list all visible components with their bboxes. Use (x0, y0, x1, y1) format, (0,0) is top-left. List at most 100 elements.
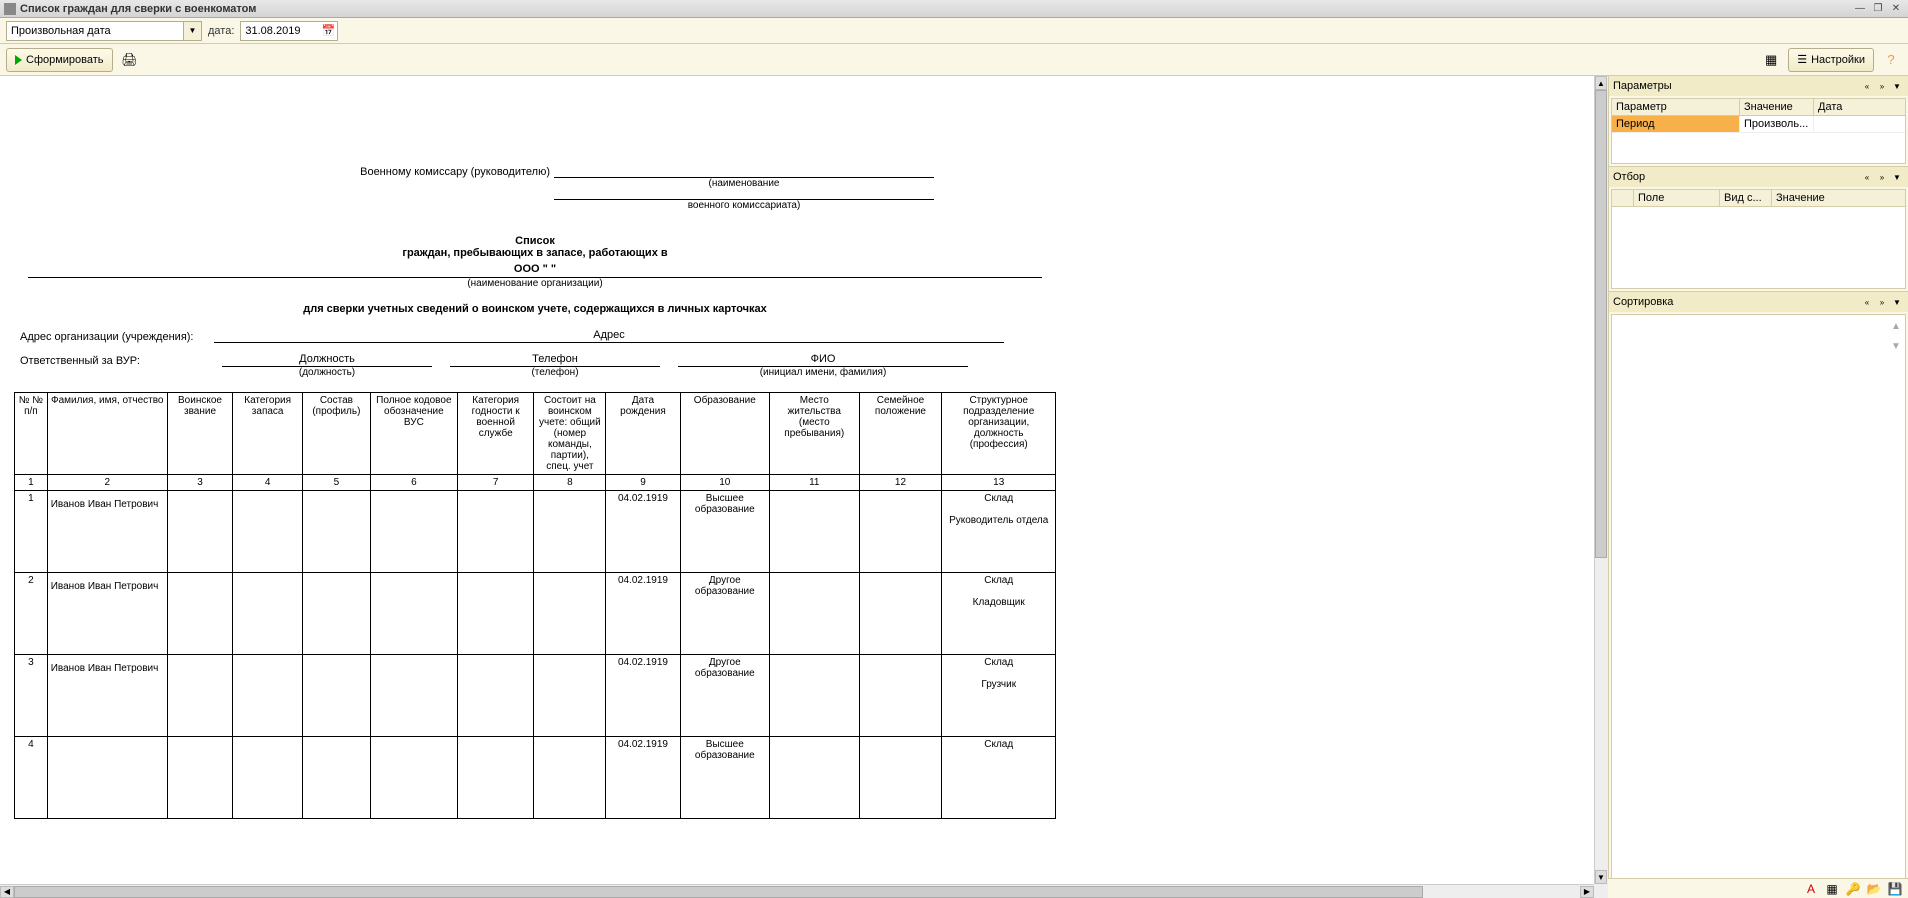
horizontal-scrollbar[interactable]: ◀ ▶ (0, 884, 1594, 898)
parameters-grid[interactable]: Параметр Значение Дата Период Произволь.… (1611, 98, 1906, 164)
scroll-down-arrow[interactable]: ▼ (1595, 870, 1607, 884)
column-number: 5 (303, 475, 371, 491)
resp-position: Должность (222, 353, 432, 367)
calendar-icon[interactable]: 📅 (319, 22, 337, 40)
side-panel: Параметры « » ▼ Параметр Значение Дата П… (1608, 76, 1908, 898)
column-number: 1 (15, 475, 48, 491)
panel-next-icon[interactable]: » (1875, 79, 1889, 93)
table-header: Фамилия, имя, отчество (47, 393, 167, 475)
table-row[interactable]: 404.02.1919Высшее образованиеСклад (15, 737, 1056, 819)
generate-label: Сформировать (26, 54, 104, 66)
table-header: Воинское звание (167, 393, 232, 475)
responsible-label: Ответственный за ВУР: (14, 355, 204, 367)
report-title1: Список (14, 235, 1056, 247)
sort-up-icon[interactable]: ▲ (1889, 321, 1903, 335)
table-header: № № п/п (15, 393, 48, 475)
scroll-right-arrow[interactable]: ▶ (1580, 886, 1594, 898)
panel-collapse-icon[interactable]: ▼ (1890, 79, 1904, 93)
column-number: 6 (370, 475, 457, 491)
save-icon[interactable]: 💾 (1886, 881, 1904, 897)
maximize-button[interactable]: ❐ (1870, 2, 1886, 16)
print-button[interactable]: 🖨 (119, 49, 141, 71)
sort-down-icon[interactable]: ▼ (1889, 341, 1903, 355)
table-header: Категория запаса (233, 393, 303, 475)
column-number: 7 (457, 475, 533, 491)
panel-collapse-icon[interactable]: ▼ (1890, 295, 1904, 309)
filter-title: Отбор (1613, 171, 1859, 183)
chevron-down-icon[interactable]: ▼ (183, 22, 201, 40)
table-header: Категория годности к военной службе (457, 393, 533, 475)
status-bar: A ▦ 🔑 📂 💾 (1608, 878, 1908, 898)
table-header: Семейное положение (859, 393, 942, 475)
open-folder-icon[interactable]: 📂 (1865, 881, 1883, 897)
table-row[interactable]: 2Иванов Иван Петрович04.02.1919Другое об… (15, 573, 1056, 655)
settings-label: Настройки (1811, 54, 1865, 66)
toolbar: Сформировать 🖨 ▦ ☰ Настройки ? (0, 44, 1908, 76)
settings-icon: ☰ (1797, 53, 1807, 66)
title-bar: Список граждан для сверки с военкоматом … (0, 0, 1908, 18)
vscroll-thumb[interactable] (1595, 90, 1607, 558)
column-number: 12 (859, 475, 942, 491)
scroll-left-arrow[interactable]: ◀ (0, 886, 14, 898)
table-header: Дата рождения (606, 393, 680, 475)
report-title2: граждан, пребывающих в запасе, работающи… (14, 247, 1056, 259)
org-name: ООО " " (28, 263, 1042, 278)
column-number: 10 (680, 475, 769, 491)
table-header: Состоит на воинском учете: общий (номер … (534, 393, 606, 475)
app-icon (4, 3, 16, 15)
commissar-line (554, 166, 934, 178)
period-type-combo[interactable]: ▼ (6, 21, 202, 41)
filter-grid[interactable]: Поле Вид с... Значение (1611, 189, 1906, 289)
param-row-period[interactable]: Период Произволь... (1612, 116, 1905, 133)
key-icon[interactable]: 🔑 (1844, 881, 1862, 897)
table-row[interactable]: 1Иванов Иван Петрович04.02.1919Высшее об… (15, 491, 1056, 573)
column-number: 9 (606, 475, 680, 491)
table-header: Образование (680, 393, 769, 475)
column-number: 3 (167, 475, 232, 491)
column-number: 8 (534, 475, 606, 491)
table-row[interactable]: 3Иванов Иван Петрович04.02.1919Другое об… (15, 655, 1056, 737)
panel-prev-icon[interactable]: « (1860, 79, 1874, 93)
sub1: (наименование (554, 178, 934, 189)
settings-button[interactable]: ☰ Настройки (1788, 48, 1874, 72)
data-table: № № п/пФамилия, имя, отчествоВоинское зв… (14, 392, 1056, 819)
panel-prev-icon[interactable]: « (1860, 295, 1874, 309)
table-header: Состав (профиль) (303, 393, 371, 475)
grid-icon[interactable]: ▦ (1760, 49, 1782, 71)
org-sub: (наименование организации) (14, 278, 1056, 289)
resp-phone: Телефон (450, 353, 660, 367)
period-type-input[interactable] (7, 22, 183, 40)
close-button[interactable]: ✕ (1888, 2, 1904, 16)
table-header: Место жительства (место пребывания) (770, 393, 859, 475)
date-field[interactable]: 📅 (240, 21, 338, 41)
panel-next-icon[interactable]: » (1875, 170, 1889, 184)
column-number: 4 (233, 475, 303, 491)
column-number: 11 (770, 475, 859, 491)
grid-toggle-icon[interactable]: ▦ (1823, 881, 1841, 897)
date-label: дата: (208, 25, 234, 37)
play-icon (15, 55, 22, 65)
generate-button[interactable]: Сформировать (6, 48, 113, 72)
filter-panel: Отбор « » ▼ Поле Вид с... Значение (1609, 167, 1908, 292)
column-number: 13 (942, 475, 1056, 491)
vertical-scrollbar[interactable]: ▲ ▼ (1594, 76, 1608, 884)
sub2: военного комиссариата) (554, 200, 934, 211)
date-input[interactable] (241, 22, 319, 40)
parameters-title: Параметры (1613, 80, 1859, 92)
panel-prev-icon[interactable]: « (1860, 170, 1874, 184)
minimize-button[interactable]: — (1852, 2, 1868, 16)
hscroll-thumb[interactable] (14, 886, 1423, 898)
help-button[interactable]: ? (1880, 49, 1902, 71)
report-area: Военному комиссару (руководителю) (наиме… (0, 76, 1608, 898)
sort-body[interactable]: ▲ ▼ (1611, 314, 1906, 895)
sort-title: Сортировка (1613, 296, 1859, 308)
column-number: 2 (47, 475, 167, 491)
table-header: Структурное подразделение организации, д… (942, 393, 1056, 475)
panel-collapse-icon[interactable]: ▼ (1890, 170, 1904, 184)
panel-next-icon[interactable]: » (1875, 295, 1889, 309)
table-header: Полное кодовое обозначение ВУС (370, 393, 457, 475)
address-label: Адрес организации (учреждения): (14, 331, 214, 343)
filter-bar: ▼ дата: 📅 (0, 18, 1908, 44)
scroll-up-arrow[interactable]: ▲ (1595, 76, 1607, 90)
font-icon[interactable]: A (1802, 881, 1820, 897)
